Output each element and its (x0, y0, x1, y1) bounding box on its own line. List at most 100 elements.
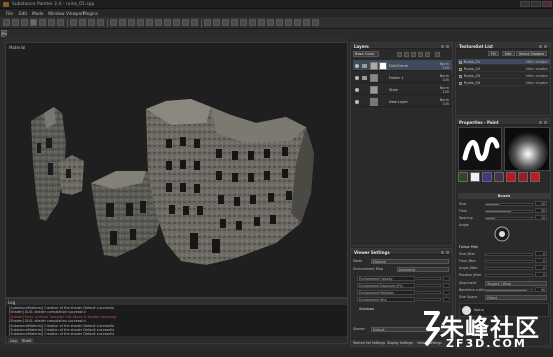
size-space-dropdown[interactable]: Object (485, 294, 547, 300)
fill-button[interactable]: Fill (488, 51, 499, 56)
tool-option-icon[interactable] (312, 19, 319, 26)
material-swatch[interactable] (494, 172, 504, 182)
tab-texture-set-settings[interactable]: Texture Set Settings (353, 341, 385, 345)
checkbox-icon[interactable] (459, 67, 462, 71)
view-2d-icon[interactable] (119, 19, 126, 26)
iray-icon[interactable] (155, 19, 162, 26)
color-swatch[interactable] (518, 172, 528, 182)
visibility-eye-icon[interactable] (355, 75, 359, 80)
edit-button[interactable]: Edit (502, 51, 515, 56)
spacing-slider[interactable] (485, 216, 533, 220)
menu-file[interactable]: File (6, 11, 13, 16)
env-blur-input[interactable] (443, 296, 450, 302)
projection-tool-icon[interactable] (21, 19, 28, 26)
flow-input[interactable]: 30 (535, 208, 547, 213)
visibility-eye-icon[interactable] (355, 87, 359, 92)
menu-plugins[interactable]: Plugins (83, 11, 98, 16)
add-fill-layer-icon[interactable] (418, 51, 423, 57)
menu-edit[interactable]: Edit (19, 11, 27, 16)
smudge-tool-icon[interactable] (39, 19, 46, 26)
minimize-button[interactable] (520, 1, 530, 7)
info-icon[interactable] (191, 19, 198, 26)
float-panel-icon[interactable] (539, 120, 542, 124)
env-rotation-input[interactable] (443, 289, 450, 295)
channel-select[interactable]: Base Color (353, 51, 379, 57)
angle-dial-icon[interactable] (490, 225, 514, 243)
texture-set-item[interactable]: Ruins_02 Main shader (458, 66, 550, 72)
tool-option-icon[interactable] (249, 19, 256, 26)
checkbox-icon[interactable] (459, 81, 462, 85)
tool-option-icon[interactable] (285, 19, 292, 26)
3d-viewport[interactable]: Material (5, 42, 348, 298)
menu-window[interactable]: Window (48, 11, 65, 16)
tool-option-icon[interactable] (213, 19, 220, 26)
alpha-swatch[interactable] (470, 172, 480, 182)
env-opacity-input[interactable] (443, 275, 450, 281)
size-jitter-input[interactable]: 0 (535, 251, 547, 256)
size-input[interactable]: 10 (535, 201, 547, 206)
checkbox-icon[interactable] (459, 74, 462, 78)
float-panel-icon[interactable] (539, 44, 542, 48)
layer-item[interactable]: Stain Norm 100 (353, 84, 452, 95)
backface-input[interactable]: 90 (535, 287, 547, 292)
spacing-input[interactable]: 10 (535, 215, 547, 220)
paint-tool-icon[interactable] (3, 19, 10, 26)
angle-jitter-input[interactable]: 0 (535, 265, 547, 270)
size-jitter-slider[interactable] (485, 252, 533, 256)
view-3d-icon[interactable] (110, 19, 117, 26)
lock-icon[interactable] (97, 19, 104, 26)
visibility-eye-icon[interactable] (355, 99, 359, 104)
brush-stroke-preview[interactable] (458, 127, 502, 171)
tool-option-icon[interactable] (267, 19, 274, 26)
clone-tool-icon[interactable] (48, 19, 55, 26)
render-icon[interactable] (146, 19, 153, 26)
close-panel-icon[interactable] (544, 44, 547, 48)
env-opacity-slider[interactable] (417, 276, 441, 280)
camera-icon[interactable] (79, 19, 86, 26)
brush-section-header[interactable]: Brush (458, 193, 550, 199)
texture-set-item[interactable]: Ruins_04 Main shader (458, 80, 550, 86)
layer-item[interactable]: Folder 1 Norm 100 (353, 72, 452, 83)
close-panel-icon[interactable] (446, 250, 449, 254)
tool-option-icon[interactable] (240, 19, 247, 26)
menu-mode[interactable]: Mode (32, 11, 43, 16)
color-swatch[interactable] (530, 172, 540, 182)
select-shaders-button[interactable]: Select Shaders (516, 51, 548, 56)
menu-viewport[interactable]: Viewport (66, 11, 85, 16)
texture-set-item[interactable]: Ruins_03 Main shader (458, 73, 550, 79)
settings-icon[interactable] (173, 19, 180, 26)
flow-jitter-input[interactable]: 0 (535, 258, 547, 263)
view-split-icon[interactable] (128, 19, 135, 26)
tab-shelf[interactable]: Shelf (20, 337, 34, 343)
texture-set-item[interactable]: Ruins_01 Main shader (458, 59, 550, 65)
angle-jitter-slider[interactable] (485, 266, 533, 270)
add-mask-icon[interactable] (397, 51, 402, 57)
polygon-fill-icon[interactable] (30, 19, 37, 26)
tool-option-icon[interactable] (204, 19, 211, 26)
tab-log[interactable]: Log (8, 337, 19, 343)
checkbox-icon[interactable] (459, 60, 462, 64)
tool-option-icon[interactable] (276, 19, 283, 26)
color-swatch[interactable] (506, 172, 516, 182)
add-effect-icon[interactable] (404, 51, 409, 57)
alignment-dropdown[interactable]: Tangent | Wrap (485, 280, 547, 286)
float-panel-icon[interactable] (441, 44, 444, 48)
environment-map-dropdown[interactable]: panorama (397, 266, 449, 272)
env-exposure-input[interactable] (443, 282, 450, 288)
size-slider[interactable] (485, 202, 533, 206)
delete-layer-icon[interactable] (435, 51, 440, 57)
layer-item[interactable]: New Layer Norm 100 (353, 96, 452, 107)
symmetry-icon[interactable] (70, 19, 77, 26)
picker-tool-icon[interactable] (57, 19, 64, 26)
close-panel-icon[interactable] (544, 120, 547, 124)
export-icon[interactable] (182, 19, 189, 26)
history-icon[interactable] (164, 19, 171, 26)
grid-icon[interactable] (88, 19, 95, 26)
maximize-button[interactable] (531, 1, 541, 7)
tool-swatch[interactable] (458, 172, 468, 182)
float-panel-icon[interactable] (441, 250, 444, 254)
env-blur-slider[interactable] (417, 297, 441, 301)
tool-option-icon[interactable] (294, 19, 301, 26)
add-layer-icon[interactable] (425, 51, 430, 57)
position-jitter-slider[interactable] (485, 273, 533, 277)
